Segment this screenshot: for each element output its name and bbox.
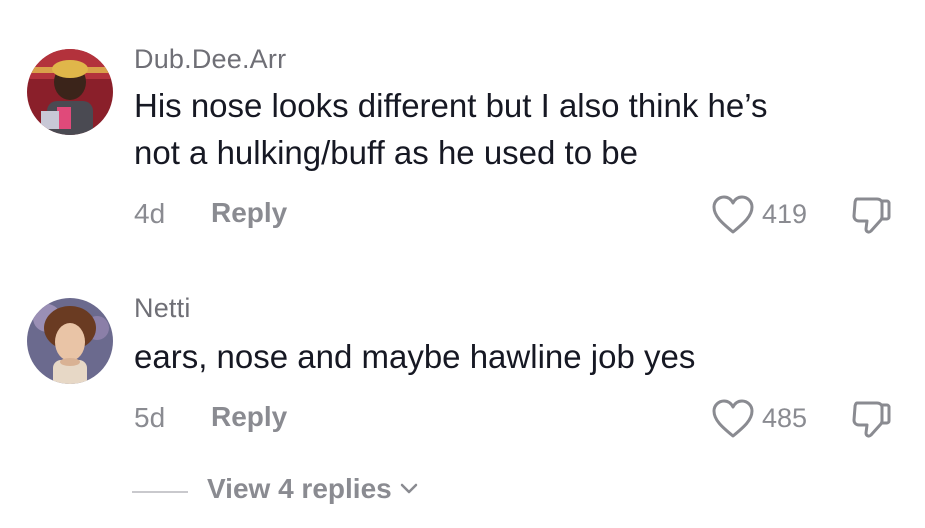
- comment-item: Netti ears, nose and maybe hawline job y…: [0, 0, 925, 460]
- replies-divider: [132, 491, 188, 493]
- comment-text-line: ears, nose and maybe hawline job yes: [134, 338, 696, 375]
- thumbs-down-icon[interactable]: [849, 397, 893, 441]
- reply-button[interactable]: Reply: [211, 401, 287, 433]
- chevron-down-icon: [400, 483, 417, 494]
- heart-icon[interactable]: [712, 399, 754, 439]
- like-count: 485: [762, 403, 808, 433]
- view-replies-button[interactable]: View 4 replies: [207, 473, 418, 505]
- avatar[interactable]: [27, 298, 113, 384]
- view-replies-label: View 4 replies: [207, 473, 392, 504]
- avatar-image: [27, 298, 113, 384]
- comment-age: 5d: [134, 402, 166, 433]
- comment-text: ears, nose and maybe hawline job yes: [134, 333, 894, 380]
- comment-username[interactable]: Netti: [134, 293, 191, 324]
